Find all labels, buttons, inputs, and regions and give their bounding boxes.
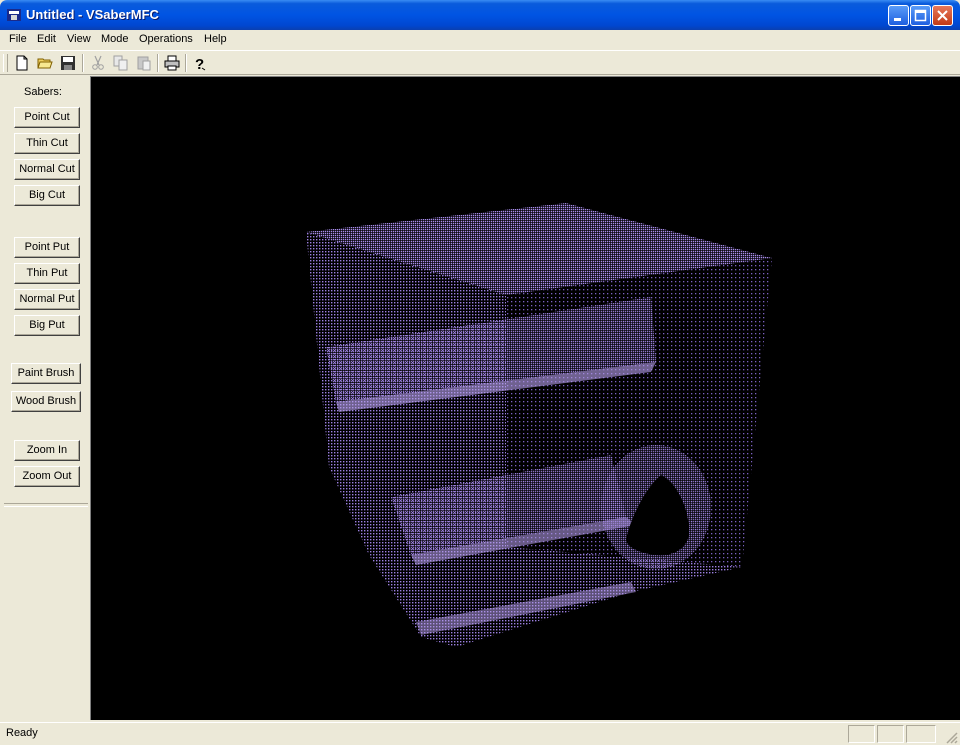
3d-viewport[interactable]	[90, 76, 960, 720]
big-cut-button[interactable]: Big Cut	[14, 185, 80, 206]
paste-button[interactable]	[134, 53, 154, 73]
menu-edit[interactable]: Edit	[37, 33, 56, 45]
toolbar-separator	[185, 54, 187, 72]
title-bar[interactable]: Untitled - VSaberMFC	[0, 0, 960, 30]
save-icon	[61, 56, 75, 70]
status-pane	[877, 725, 904, 743]
help-icon: ?	[195, 56, 206, 71]
save-button[interactable]	[58, 53, 78, 73]
toolbar: ?	[0, 50, 960, 75]
zoom-out-button[interactable]: Zoom Out	[14, 466, 80, 487]
new-file-icon	[16, 55, 28, 71]
menu-mode[interactable]: Mode	[101, 33, 129, 45]
app-window: Untitled - VSaberMFC File Edit View Mode…	[0, 0, 960, 745]
menu-bar: File Edit View Mode Operations Help	[0, 30, 960, 49]
maximize-button[interactable]	[910, 5, 931, 26]
open-folder-icon	[37, 58, 53, 69]
close-icon	[937, 10, 948, 21]
menu-help[interactable]: Help	[204, 33, 227, 45]
help-button[interactable]: ?	[190, 53, 210, 73]
menu-operations[interactable]: Operations	[139, 33, 193, 45]
window-title: Untitled - VSaberMFC	[26, 7, 159, 22]
toolbar-separator	[157, 54, 159, 72]
point-put-button[interactable]: Point Put	[14, 237, 80, 258]
menu-view[interactable]: View	[67, 33, 91, 45]
toolbar-grip[interactable]	[3, 54, 8, 72]
saber-panel: Sabers: Point Cut Thin Cut Normal Cut Bi…	[0, 76, 90, 720]
paste-icon	[137, 56, 151, 71]
wood-brush-button[interactable]: Wood Brush	[11, 391, 81, 412]
close-button[interactable]	[932, 5, 953, 26]
resize-grip-icon[interactable]	[945, 731, 958, 744]
print-icon	[164, 55, 180, 71]
normal-put-button[interactable]: Normal Put	[14, 289, 80, 310]
copy-icon	[113, 55, 128, 71]
status-bar: Ready	[0, 722, 960, 745]
app-icon	[7, 9, 21, 21]
status-pane	[906, 725, 936, 743]
point-cut-button[interactable]: Point Cut	[14, 107, 80, 128]
new-file-button[interactable]	[12, 53, 32, 73]
maximize-icon	[914, 9, 927, 22]
thin-cut-button[interactable]: Thin Cut	[14, 133, 80, 154]
status-text: Ready	[6, 727, 38, 739]
thin-put-button[interactable]: Thin Put	[14, 263, 80, 284]
paint-brush-button[interactable]: Paint Brush	[11, 363, 81, 384]
cut-button[interactable]	[88, 53, 108, 73]
big-put-button[interactable]: Big Put	[14, 315, 80, 336]
minimize-button[interactable]	[888, 5, 909, 26]
minimize-icon	[894, 18, 901, 21]
open-button[interactable]	[35, 53, 55, 73]
sabers-heading: Sabers:	[24, 86, 62, 98]
status-pane	[848, 725, 875, 743]
print-button[interactable]	[162, 53, 182, 73]
zoom-in-button[interactable]: Zoom In	[14, 440, 80, 461]
voxel-wireframe	[306, 203, 772, 647]
normal-cut-button[interactable]: Normal Cut	[14, 159, 80, 180]
menu-file[interactable]: File	[9, 33, 27, 45]
copy-button[interactable]	[111, 53, 131, 73]
cut-icon	[92, 55, 104, 70]
toolbar-separator	[82, 54, 84, 72]
panel-divider	[4, 503, 88, 507]
